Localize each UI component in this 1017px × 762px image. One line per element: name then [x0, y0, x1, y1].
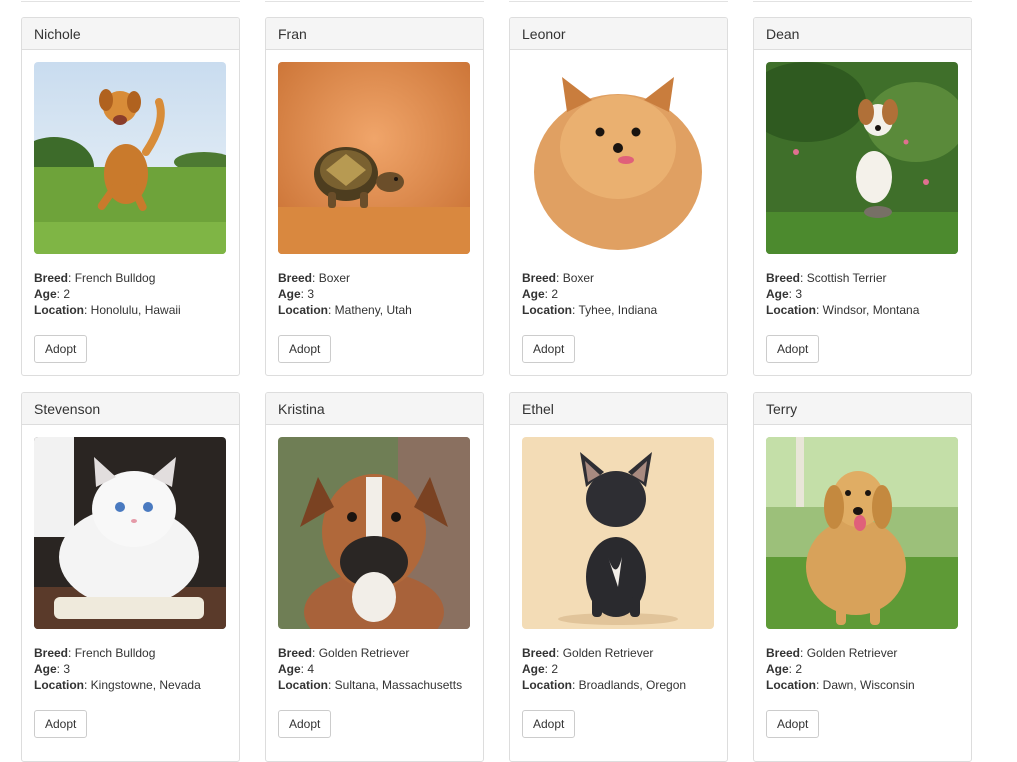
pet-location: Location: Honolulu, Hawaii: [34, 303, 181, 317]
boxer-dog-photo: [278, 437, 470, 629]
adopt-button[interactable]: Adopt: [34, 335, 88, 363]
pet-name: Kristina: [266, 393, 483, 425]
pet-location: Location: Broadlands, Oregon: [522, 678, 687, 692]
pet-name: Nichole: [22, 18, 239, 50]
pet-age: Age: 2: [522, 287, 559, 301]
pet-name: Dean: [754, 18, 971, 50]
pet-card: Dean Breed: Scottish Terrier Age: 3 Loca…: [753, 17, 972, 376]
pet-age: Age: 4: [278, 662, 315, 676]
pet-location: Location: Matheny, Utah: [278, 303, 412, 317]
card-above-edge: [753, 0, 972, 2]
puppy-in-grass-photo: [766, 62, 958, 254]
adopt-button[interactable]: Adopt: [522, 335, 576, 363]
pet-age: Age: 3: [278, 287, 315, 301]
pet-breed: Breed: Golden Retriever: [278, 646, 410, 660]
adopt-button[interactable]: Adopt: [766, 710, 820, 738]
pet-card: Stevenson Breed: French Bulldog Age: 3 L…: [21, 392, 240, 762]
pet-breed: Breed: Scottish Terrier: [766, 271, 887, 285]
pet-name: Leonor: [510, 18, 727, 50]
pet-location: Location: Kingstowne, Nevada: [34, 678, 201, 692]
pet-age: Age: 3: [34, 662, 71, 676]
adopt-button[interactable]: Adopt: [278, 710, 332, 738]
pet-breed: Breed: French Bulldog: [34, 271, 156, 285]
white-kitten-photo: [34, 437, 226, 629]
adopt-button[interactable]: Adopt: [522, 710, 576, 738]
pet-breed: Breed: French Bulldog: [34, 646, 156, 660]
pet-card: Fran Breed: Boxer Age: 3 Location: Mathe…: [265, 17, 484, 376]
pet-name: Stevenson: [22, 393, 239, 425]
pet-age: Age: 2: [766, 662, 803, 676]
pet-name: Ethel: [510, 393, 727, 425]
pet-breed: Breed: Golden Retriever: [766, 646, 898, 660]
card-above-edge: [265, 0, 484, 2]
pet-card: Kristina Breed: Golden Retriever Age: 4 …: [265, 392, 484, 762]
adopt-button[interactable]: Adopt: [766, 335, 820, 363]
pet-location: Location: Windsor, Montana: [766, 303, 920, 317]
french-bulldog-photo: [522, 437, 714, 629]
pet-card: Ethel Breed: Golden Retriever Age: 2 Loc…: [509, 392, 728, 762]
pet-age: Age: 2: [34, 287, 71, 301]
pet-age: Age: 2: [522, 662, 559, 676]
pet-breed: Breed: Golden Retriever: [522, 646, 654, 660]
pet-name: Fran: [266, 18, 483, 50]
golden-retriever-running-photo: [34, 62, 226, 254]
pet-card: Nichole Breed: French Bulldog Age: 2 Loc…: [21, 17, 240, 376]
pet-location: Location: Dawn, Wisconsin: [766, 678, 915, 692]
pet-grid: Nichole Breed: French Bulldog Age: 2 Loc…: [21, 17, 972, 762]
card-above-edge: [21, 0, 240, 2]
pet-card: Terry Breed: Golden Retriever Age: 2 Loc…: [753, 392, 972, 762]
adopt-button[interactable]: Adopt: [34, 710, 88, 738]
pomeranian-photo: [522, 62, 714, 254]
adopt-button[interactable]: Adopt: [278, 335, 332, 363]
pet-breed: Breed: Boxer: [522, 271, 595, 285]
golden-retriever-sitting-photo: [766, 437, 958, 629]
pet-breed: Breed: Boxer: [278, 271, 351, 285]
card-above-edge: [509, 0, 728, 2]
pet-name: Terry: [754, 393, 971, 425]
pet-location: Location: Tyhee, Indiana: [522, 303, 658, 317]
pet-location: Location: Sultana, Massachusetts: [278, 678, 463, 692]
pet-card: Leonor Breed: Boxer Age: 2 Location: Tyh…: [509, 17, 728, 376]
pet-age: Age: 3: [766, 287, 803, 301]
tortoise-photo: [278, 62, 470, 254]
